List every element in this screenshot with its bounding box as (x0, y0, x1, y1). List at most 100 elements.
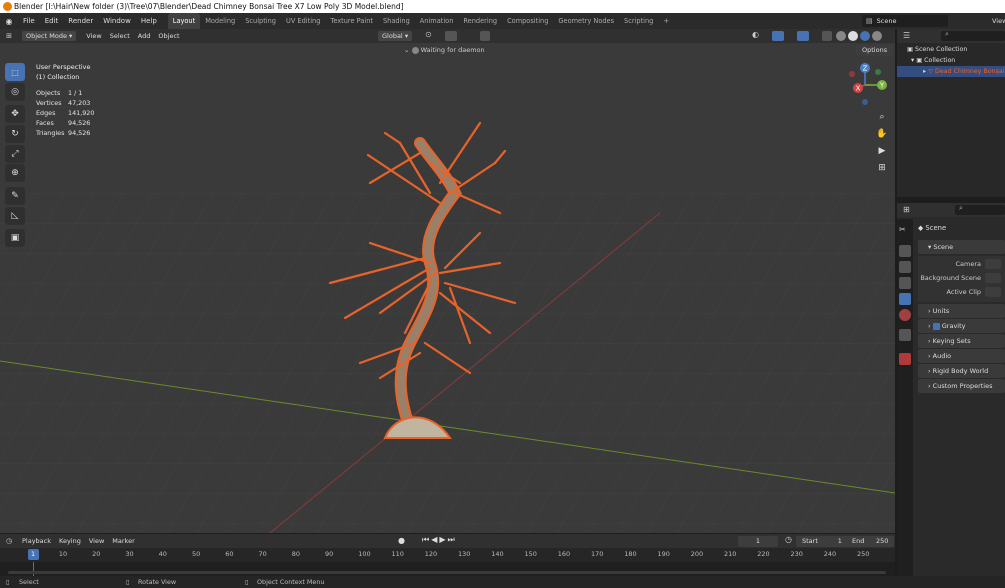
timeline-menu-marker[interactable]: Marker (108, 537, 138, 545)
scale-tool[interactable]: ⤢ (5, 145, 25, 163)
rendered-shading-icon[interactable] (872, 31, 882, 41)
pan-hand-icon[interactable]: ✋ (874, 126, 890, 142)
editor-type-icon[interactable]: ⊞ (0, 32, 18, 40)
timeline-menu-view[interactable]: View (85, 537, 108, 545)
camera-view-icon[interactable]: ▶ (874, 143, 890, 159)
view-layer-label[interactable]: View (992, 13, 1005, 29)
record-icon[interactable]: ● (398, 536, 405, 545)
playback-controls[interactable]: ⏮◀▶⏭ (422, 535, 457, 545)
outliner-search-input[interactable]: ⌕ (941, 30, 1005, 41)
tab-scripting[interactable]: Scripting (619, 13, 658, 29)
panel-keying-sets[interactable]: › Keying Sets (918, 334, 1005, 348)
material-shading-icon[interactable] (860, 31, 870, 41)
zoom-icon[interactable]: ⌕ (874, 109, 890, 125)
tab-compositing[interactable]: Compositing (502, 13, 553, 29)
outliner-collection[interactable]: ▾ ▣ Collection (897, 55, 1005, 66)
output-tab-icon[interactable] (899, 261, 911, 273)
viewport-menu-add[interactable]: Add (134, 32, 155, 40)
end-frame-field[interactable]: End 250 (846, 536, 895, 547)
tab-uv-editing[interactable]: UV Editing (281, 13, 325, 29)
timeline-scrollbar[interactable] (8, 571, 886, 574)
timeline-ruler[interactable]: 1 10 20 30 40 50 60 70 80 90 100 110 120 130 140 150 160… (0, 548, 895, 562)
outliner-object-row[interactable]: ▸ ▽ Dead Chimney Bonsai (897, 66, 1005, 77)
proportional-edit-icon[interactable] (480, 31, 490, 41)
gizmo-neg-z[interactable] (862, 99, 868, 105)
scene-tab-icon[interactable] (899, 293, 911, 305)
tab-rendering[interactable]: Rendering (458, 13, 502, 29)
timeline-track[interactable] (0, 562, 895, 576)
menu-file[interactable]: File (18, 17, 40, 25)
texture-tab-icon[interactable] (899, 353, 911, 365)
tab-modeling[interactable]: Modeling (200, 13, 240, 29)
tab-geometry-nodes[interactable]: Geometry Nodes (553, 13, 619, 29)
gizmo-toggle-icon[interactable] (772, 31, 784, 41)
render-tab-icon[interactable] (899, 245, 911, 257)
world-tab-icon[interactable] (899, 309, 911, 321)
status-bar: ▯ Select ▯ Rotate View ▯ Object Context … (0, 576, 1005, 588)
panel-gravity[interactable]: › Gravity (918, 319, 1005, 333)
gravity-checkbox[interactable] (932, 322, 940, 330)
tab-layout[interactable]: Layout (167, 13, 201, 29)
move-icon: ✥ (11, 109, 19, 119)
start-frame-field[interactable]: Start 1 (796, 536, 848, 547)
properties-editor-icon[interactable]: ⊞ (903, 205, 910, 214)
visibility-icon[interactable]: ◐ (752, 30, 759, 39)
transform-tool[interactable]: ⊕ (5, 164, 25, 182)
pivot-icon[interactable]: ⊙ (425, 30, 432, 39)
add-workspace-icon[interactable]: + (658, 17, 674, 25)
annotate-tool[interactable]: ✎ (5, 187, 25, 205)
active-clip-field[interactable] (985, 287, 1001, 297)
measure-tool[interactable]: ◺ (5, 207, 25, 225)
tab-shading[interactable]: Shading (378, 13, 415, 29)
select-box-tool[interactable]: ⬚ (5, 63, 25, 81)
move-tool[interactable]: ✥ (5, 105, 25, 123)
tab-animation[interactable]: Animation (415, 13, 459, 29)
bonsai-tree-model[interactable] (0, 43, 895, 533)
tab-sculpting[interactable]: Sculpting (240, 13, 281, 29)
camera-field[interactable] (985, 259, 1001, 269)
gizmo-neg-y[interactable] (875, 69, 881, 75)
collection-tab-icon[interactable] (899, 329, 911, 341)
options-button[interactable]: Options (856, 45, 894, 56)
tab-texture-paint[interactable]: Texture Paint (325, 13, 378, 29)
panel-custom-properties[interactable]: › Custom Properties (918, 379, 1005, 393)
timeline-menu-playback[interactable]: Playback (18, 537, 55, 545)
add-cube-tool[interactable]: ▣ (5, 229, 25, 247)
rotate-tool[interactable]: ↻ (5, 125, 25, 143)
panel-units[interactable]: › Units (918, 304, 1005, 318)
view-layer-tab-icon[interactable] (899, 277, 911, 289)
outliner-scene-collection[interactable]: ▣ Scene Collection (897, 44, 1005, 55)
cursor-tool[interactable]: ◎ (5, 83, 25, 101)
viewport-menu-select[interactable]: Select (106, 32, 134, 40)
panel-audio[interactable]: › Audio (918, 349, 1005, 363)
clock-icon[interactable]: ◷ (785, 535, 792, 544)
orientation-dropdown[interactable]: Global ▾ (378, 31, 413, 41)
viewport-menu-object[interactable]: Object (154, 32, 183, 40)
panel-scene[interactable]: ▾ Scene (918, 240, 1005, 254)
blender-menu-icon[interactable]: ◉ (0, 17, 18, 26)
tool-tab-icon[interactable]: ✂ (899, 225, 911, 237)
xray-toggle-icon[interactable] (822, 31, 832, 41)
menu-edit[interactable]: Edit (40, 17, 64, 25)
menu-help[interactable]: Help (136, 17, 162, 25)
menu-window[interactable]: Window (98, 17, 136, 25)
current-frame-field[interactable]: 1 (738, 536, 778, 547)
navigation-gizmo[interactable]: Z Y X (840, 60, 890, 110)
outliner-editor-icon[interactable]: ☰ (903, 31, 910, 40)
wireframe-shading-icon[interactable] (836, 31, 846, 41)
scene-selector[interactable]: ▤ Scene (862, 15, 948, 27)
viewport-menu-view[interactable]: View (82, 32, 105, 40)
snap-icon[interactable] (445, 31, 457, 41)
panel-rigid-body-world[interactable]: › Rigid Body World (918, 364, 1005, 378)
timeline-menu-keying[interactable]: Keying (55, 537, 85, 545)
background-scene-field[interactable] (985, 273, 1001, 283)
gizmo-neg-x[interactable] (849, 71, 855, 77)
mode-dropdown[interactable]: Object Mode ▾ (22, 31, 77, 41)
overlays-toggle-icon[interactable] (797, 31, 809, 41)
3d-viewport[interactable]: ⬚ ◎ ✥ ↻ ⤢ ⊕ ✎ ◺ ▣ ⌄ Waiting for daemon O… (0, 43, 895, 533)
perspective-toggle-icon[interactable]: ⊞ (874, 160, 890, 176)
solid-shading-icon[interactable] (848, 31, 858, 41)
properties-search-input[interactable]: ⌕ (955, 204, 1005, 215)
menu-render[interactable]: Render (63, 17, 98, 25)
timeline-editor-icon[interactable]: ◷ (0, 537, 18, 545)
